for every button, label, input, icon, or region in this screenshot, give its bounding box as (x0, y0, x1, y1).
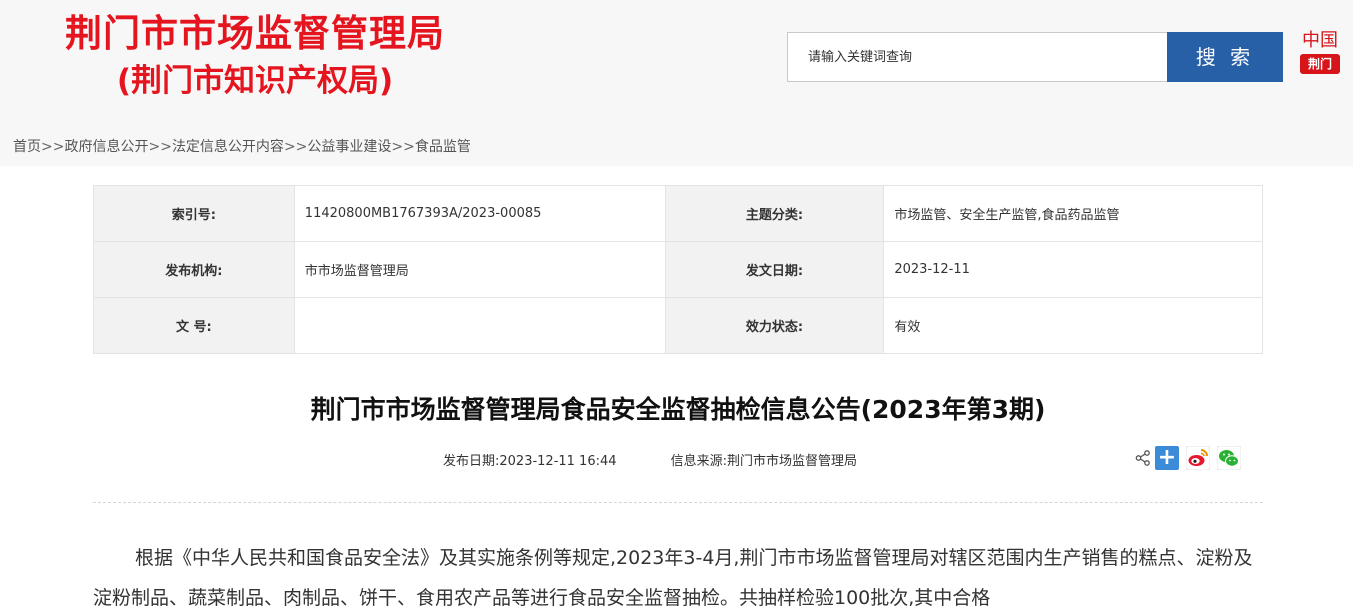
site-header: 荆门市市场监督管理局 (荆门市知识产权局) 搜 索 中国 荆门 (0, 0, 1353, 124)
wechat-icon[interactable] (1217, 446, 1241, 470)
search-button[interactable]: 搜 索 (1167, 32, 1283, 82)
breadcrumb-gov-info[interactable]: 政府信息公开 (64, 139, 148, 155)
date-value: 2023-12-11 (883, 241, 1263, 298)
status-label: 效力状态: (664, 297, 885, 354)
breadcrumb-food-supervision[interactable]: 食品监管 (415, 139, 471, 155)
publish-date: 发布日期:2023-12-11 16:44 (443, 454, 617, 469)
index-label: 索引号: (93, 185, 295, 242)
logo-bottom-text: 荆门 (1300, 54, 1340, 74)
breadcrumb-separator: >> (148, 139, 172, 155)
table-row: 索引号: 11420800MB1767393A/2023-00085 主题分类:… (93, 185, 1263, 242)
logo-top-text: 中国 (1302, 30, 1338, 51)
article-meta: 发布日期:2023-12-11 16:44 信息来源:荆门市市场监督管理局 (443, 450, 857, 469)
site-title[interactable]: 荆门市市场监督管理局 (荆门市知识产权局) (40, 10, 470, 102)
search-input[interactable] (788, 33, 1167, 81)
share-icon (1135, 450, 1150, 466)
info-source: 信息来源:荆门市市场监督管理局 (670, 454, 858, 469)
breadcrumb-public-welfare[interactable]: 公益事业建设 (307, 139, 391, 155)
breadcrumb-separator: >> (283, 139, 308, 155)
site-title-main: 荆门市市场监督管理局 (65, 12, 445, 55)
document-info-table: 索引号: 11420800MB1767393A/2023-00085 主题分类:… (93, 185, 1263, 354)
breadcrumb-legal-info[interactable]: 法定信息公开内容 (172, 139, 284, 155)
weibo-icon[interactable] (1186, 446, 1210, 470)
article-body: 根据《中华人民共和国食品安全法》及其实施条例等规定,2023年3-4月,荆门市市… (93, 547, 1253, 609)
plus-share-icon[interactable]: + (1155, 446, 1179, 470)
org-label: 发布机构: (93, 241, 295, 298)
search-box (787, 32, 1168, 82)
docno-label: 文 号: (93, 297, 295, 354)
topic-value: 市场监管、安全生产监管,食品药品监管 (883, 185, 1263, 242)
breadcrumb-home[interactable]: 首页 (13, 139, 41, 155)
breadcrumb: 首页>>政府信息公开>>法定信息公开内容>>公益事业建设>>食品监管 (0, 124, 1353, 166)
status-value: 有效 (883, 297, 1263, 354)
divider (93, 502, 1263, 503)
index-value: 11420800MB1767393A/2023-00085 (293, 185, 666, 242)
org-value: 市市场监督管理局 (293, 241, 666, 298)
china-jingmen-logo[interactable]: 中国 荆门 (1298, 24, 1344, 80)
site-title-sub: (荆门市知识产权局) (116, 63, 394, 99)
table-row: 发布机构: 市市场监督管理局 发文日期: 2023-12-11 (93, 241, 1263, 298)
breadcrumb-separator: >> (391, 139, 415, 155)
breadcrumb-separator: >> (41, 139, 65, 155)
article-title: 荆门市市场监督管理局食品安全监督抽检信息公告(2023年第3期) (310, 395, 1046, 424)
docno-value (293, 297, 666, 354)
table-row: 文 号: 效力状态: 有效 (93, 297, 1263, 354)
topic-label: 主题分类: (664, 185, 885, 242)
date-label: 发文日期: (664, 241, 885, 298)
